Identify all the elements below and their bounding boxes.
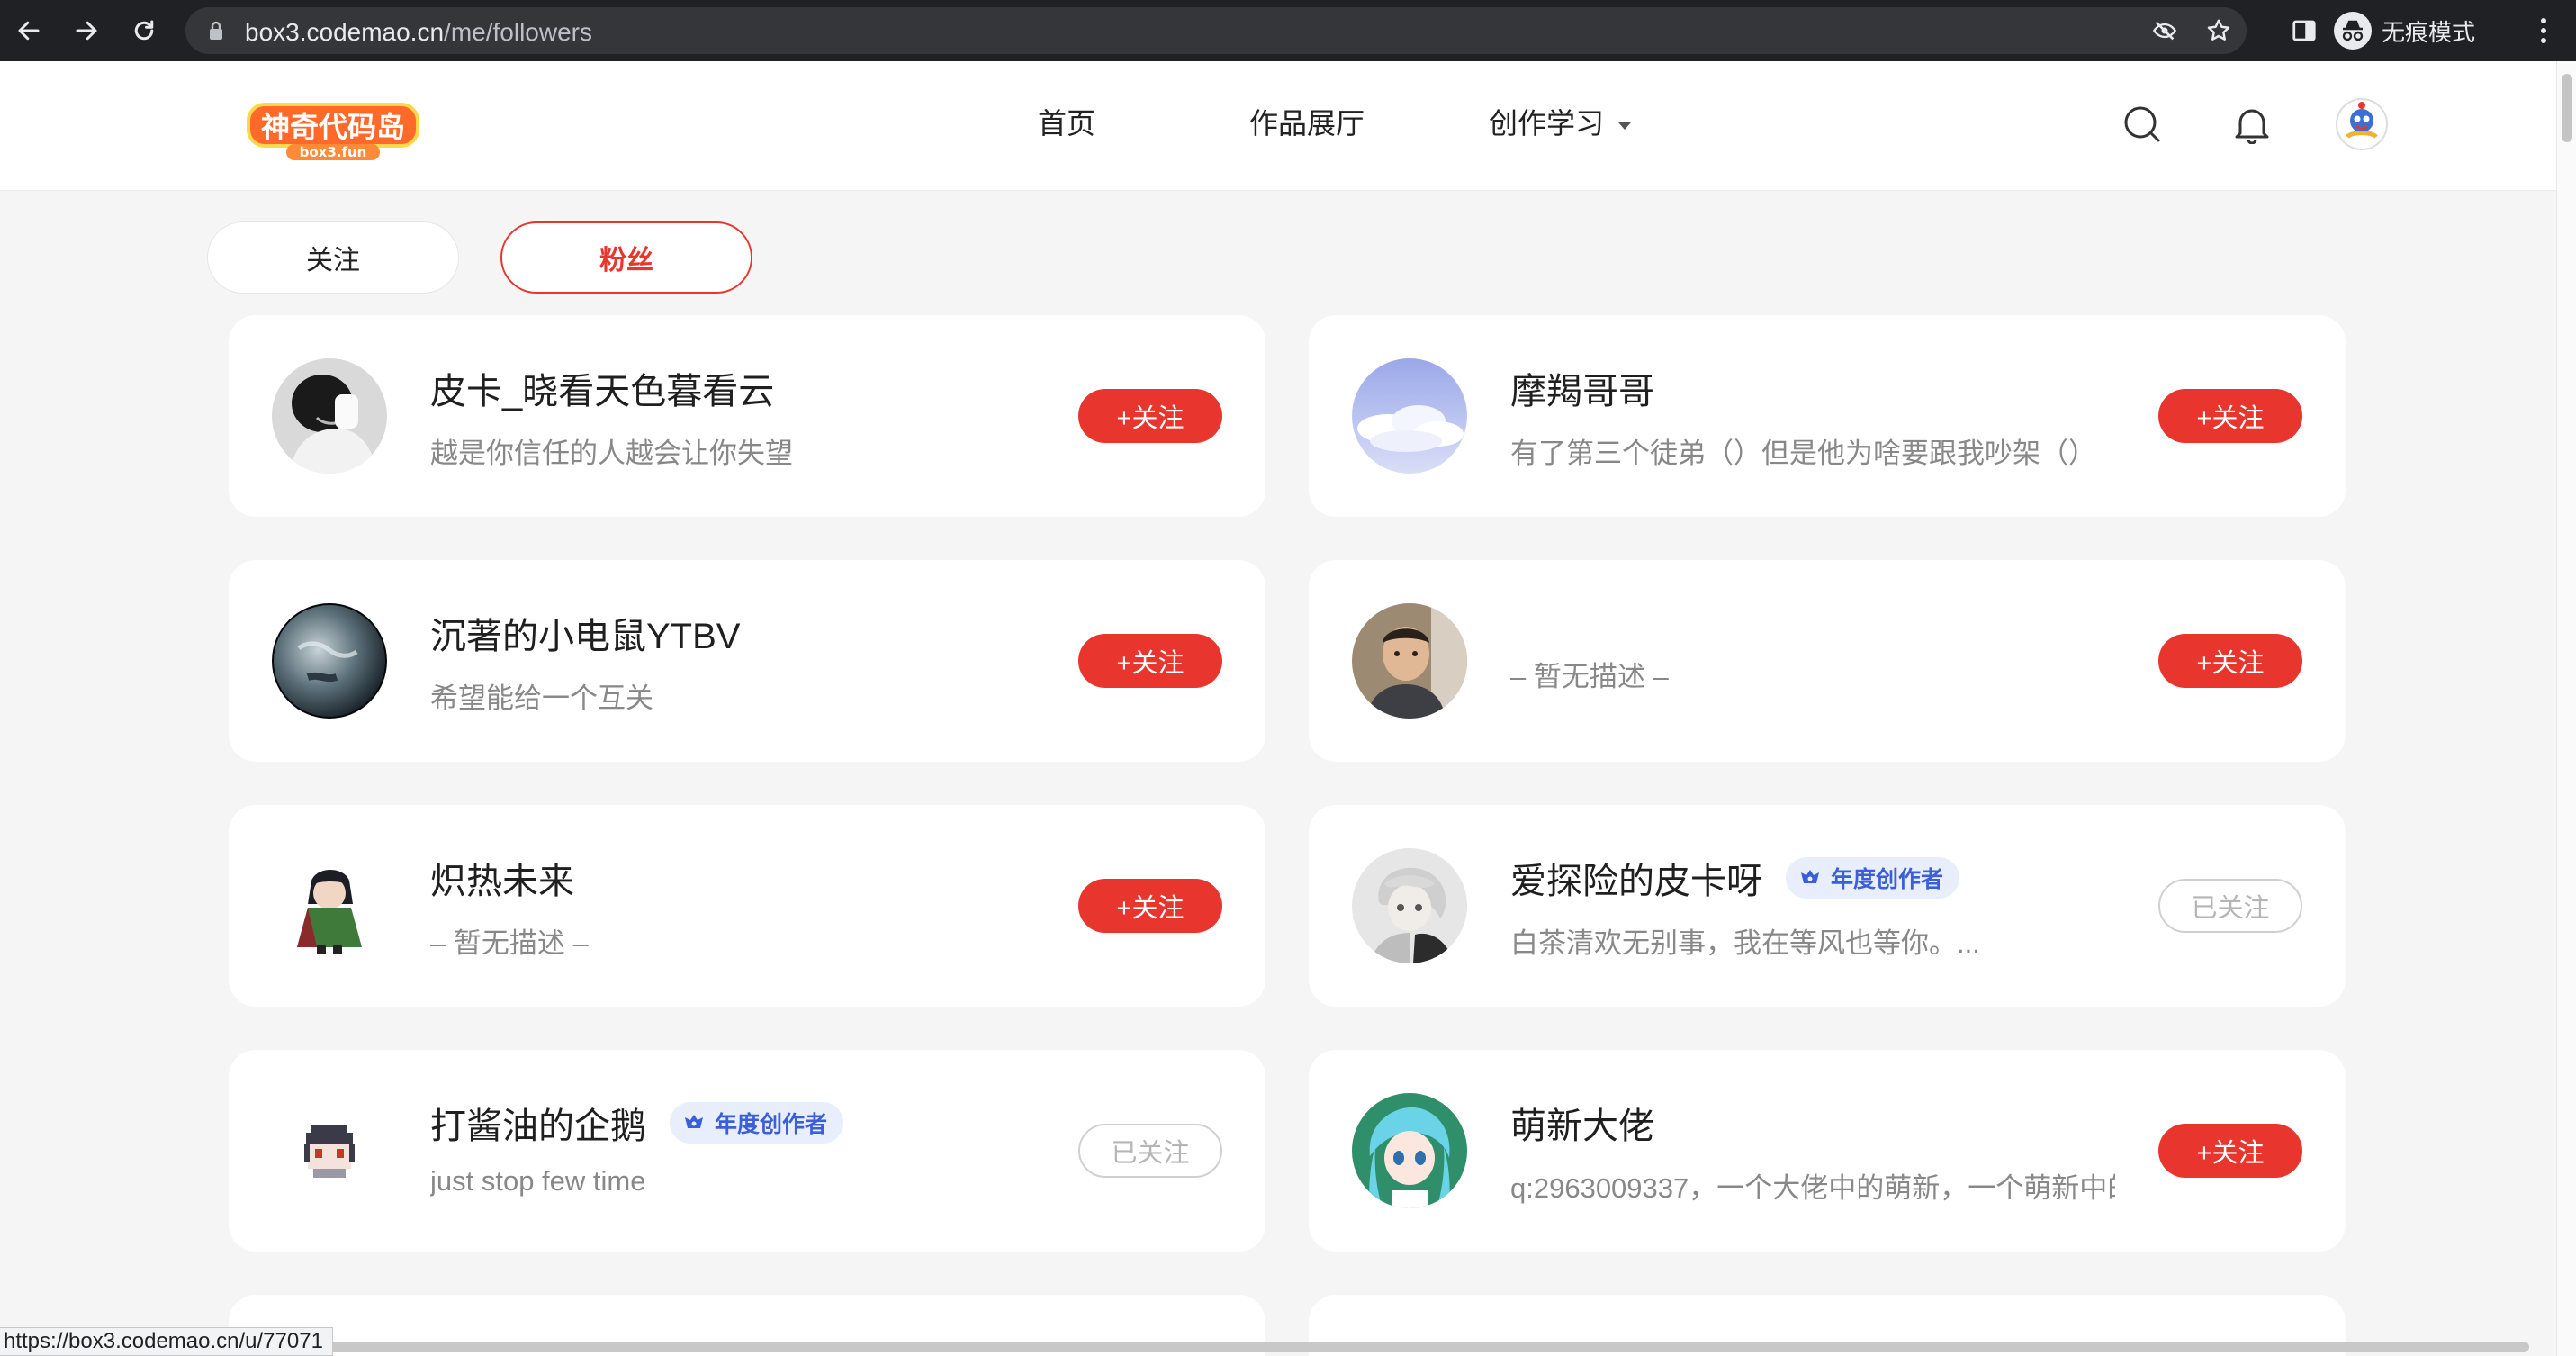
followed-button[interactable]: 已关注 <box>1078 1124 1222 1178</box>
site-logo[interactable]: 神奇代码岛 box3.fun <box>245 99 421 162</box>
nav-learn-label: 创作学习 <box>1489 107 1605 140</box>
avatar[interactable] <box>272 848 387 963</box>
bell-icon[interactable] <box>2229 101 2275 148</box>
user-description: q:2963009337，一个大佬中的萌新，一个萌新中的大佬 <box>1510 1172 2115 1204</box>
url-text: box3.codemao.cn/me/followers <box>245 18 592 47</box>
follow-button[interactable]: +关注 <box>1078 634 1222 688</box>
username-row: 皮卡_晓看天色暮看云 <box>430 362 774 414</box>
horizontal-scroll-thumb[interactable] <box>0 1342 2529 1352</box>
user-description: – 暂无描述 – <box>1510 661 1669 692</box>
link-status-bar: https://box3.codemao.cn/u/77071 <box>0 1327 333 1356</box>
follower-card[interactable]: 摩羯哥哥 有了第三个徒弟（）但是他为啥要跟我吵架（） +关注 <box>1309 315 2346 517</box>
more-menu-icon[interactable] <box>2526 13 2562 49</box>
username[interactable]: 爱探险的皮卡呀 <box>1510 852 1762 904</box>
url-path: /me/followers <box>444 18 592 46</box>
avatar[interactable] <box>1352 358 1467 474</box>
username-row: 打酱油的企鹅 年度创作者 <box>430 1097 844 1149</box>
follow-button[interactable]: +关注 <box>2158 389 2302 443</box>
forward-icon[interactable] <box>68 13 104 49</box>
follower-card[interactable]: 打酱油的企鹅 年度创作者 just stop few time 已关注 <box>229 1050 1265 1252</box>
follower-card[interactable]: 沉著的小电鼠YTBV 希望能给一个互关 +关注 <box>229 560 1265 762</box>
user-description: 希望能给一个互关 <box>430 683 653 714</box>
username[interactable]: 皮卡_晓看天色暮看云 <box>430 362 774 414</box>
url-host: box3.codemao.cn <box>245 18 445 46</box>
vertical-scroll-thumb[interactable] <box>2562 74 2572 142</box>
chevron-down-icon <box>1617 122 1631 130</box>
follow-button[interactable]: +关注 <box>1078 389 1222 443</box>
follower-card[interactable]: 皮卡_晓看天色暮看云 越是你信任的人越会让你失望 +关注 <box>229 315 1265 517</box>
creator-crown-icon <box>1801 870 1819 883</box>
tab-following[interactable]: 关注 <box>207 221 459 294</box>
follow-button[interactable]: +关注 <box>2158 634 2302 688</box>
nav-home[interactable]: 首页 <box>1038 101 1095 142</box>
follower-card[interactable]: – 暂无描述 – +关注 <box>1309 560 2346 762</box>
avatar[interactable] <box>1352 603 1467 719</box>
user-description: 白茶清欢无别事，我在等风也等你。... <box>1510 927 1980 959</box>
avatar[interactable] <box>272 358 387 474</box>
user-description: 有了第三个徒弟（）但是他为啥要跟我吵架（） <box>1510 438 2096 469</box>
follower-card[interactable]: 萌新大佬 q:2963009337，一个大佬中的萌新，一个萌新中的大佬 +关注 <box>1309 1050 2346 1252</box>
follow-button[interactable]: +关注 <box>1078 879 1222 933</box>
search-icon[interactable] <box>2119 101 2166 148</box>
avatar[interactable] <box>1352 848 1467 963</box>
eye-off-icon[interactable] <box>2151 18 2178 43</box>
badge-label: 年度创作者 <box>1831 867 1944 892</box>
avatar[interactable] <box>1352 1093 1467 1208</box>
site-header: 神奇代码岛 box3.fun 首页 作品展厅 创作学习 <box>0 61 2556 191</box>
incognito-icon <box>2334 12 2372 50</box>
username-row: 爱探险的皮卡呀 年度创作者 <box>1510 852 1960 904</box>
username-row: 沉著的小电鼠YTBV <box>430 607 740 659</box>
user-description: – 暂无描述 – <box>430 927 589 959</box>
creator-crown-icon <box>685 1115 703 1128</box>
username[interactable]: 摩羯哥哥 <box>1510 362 1654 414</box>
browser-toolbar: box3.codemao.cn/me/followers 无痕模式 <box>0 0 2576 61</box>
username-row: 萌新大佬 <box>1510 1097 1654 1149</box>
username-row: 摩羯哥哥 <box>1510 362 1654 414</box>
incognito-label: 无痕模式 <box>2382 18 2476 46</box>
sidebar-toggle-icon[interactable] <box>2286 13 2322 49</box>
nav-gallery[interactable]: 作品展厅 <box>1249 101 1365 142</box>
username-row: 炽热未来 <box>430 852 574 904</box>
username[interactable]: 炽热未来 <box>430 852 574 904</box>
username[interactable]: 沉著的小电鼠YTBV <box>430 607 740 659</box>
annual-creator-badge: 年度创作者 <box>1786 857 1960 899</box>
avatar[interactable] <box>272 1093 387 1208</box>
user-description: just stop few time <box>430 1165 646 1197</box>
reload-icon[interactable] <box>126 13 162 49</box>
username[interactable]: 打酱油的企鹅 <box>430 1097 646 1149</box>
follower-card[interactable]: 爱探险的皮卡呀 年度创作者 白茶清欢无别事，我在等风也等你。... 已关注 <box>1309 805 2346 1007</box>
vertical-scrollbar[interactable] <box>2556 61 2576 1356</box>
logo-subtext: box3.fun <box>300 144 367 160</box>
tab-followers[interactable]: 粉丝 <box>500 221 752 294</box>
follower-card[interactable]: 炽热未来 – 暂无描述 – +关注 <box>229 805 1265 1007</box>
user-avatar[interactable] <box>2335 97 2389 151</box>
username[interactable]: 萌新大佬 <box>1510 1097 1654 1149</box>
logo-text: 神奇代码岛 <box>261 110 405 144</box>
address-bar[interactable]: box3.codemao.cn/me/followers <box>185 7 2247 54</box>
follow-button[interactable]: +关注 <box>2158 1124 2302 1178</box>
star-icon[interactable] <box>2205 17 2232 44</box>
nav-learn[interactable]: 创作学习 <box>1489 101 1632 142</box>
avatar[interactable] <box>272 603 387 719</box>
annual-creator-badge: 年度创作者 <box>670 1102 844 1144</box>
incognito-indicator[interactable]: 无痕模式 <box>2333 7 2500 54</box>
badge-label: 年度创作者 <box>715 1112 828 1137</box>
back-icon[interactable] <box>11 13 47 49</box>
followed-button[interactable]: 已关注 <box>2158 879 2302 933</box>
user-description: 越是你信任的人越会让你失望 <box>430 438 793 469</box>
lock-icon <box>210 21 222 40</box>
